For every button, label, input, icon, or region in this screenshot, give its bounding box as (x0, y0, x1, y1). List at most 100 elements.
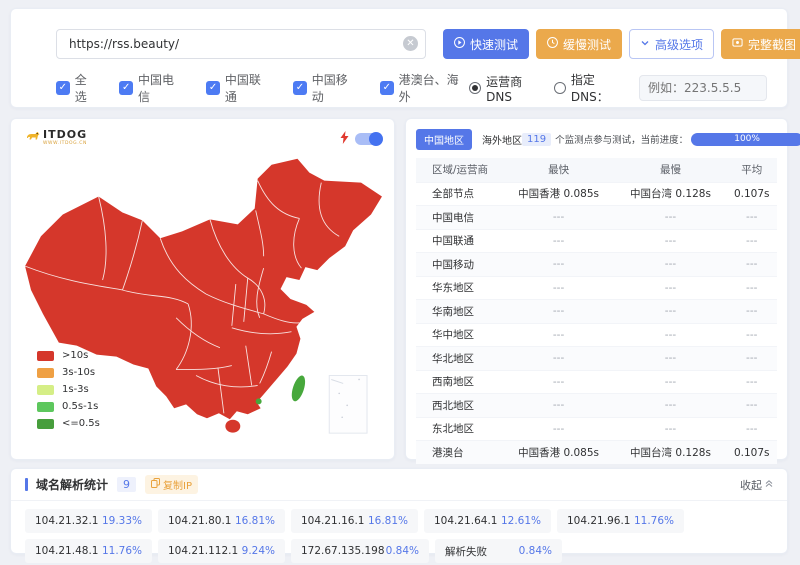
advanced-options-label: 高级选项 (655, 36, 703, 53)
south-china-sea-inset (329, 375, 367, 433)
collapse-label: 收起 (740, 477, 762, 493)
checkbox-china-mobile[interactable]: ✓ 中国移动 (293, 71, 359, 105)
ip-chip-list: 104.21.32.1 19.33% 104.21.80.1 16.81% 10… (11, 501, 787, 565)
play-icon (454, 37, 465, 51)
table-row: 西北地区 --- --- --- (416, 394, 777, 418)
title-accent-bar (25, 478, 28, 491)
slow-test-button[interactable]: 缓慢测试 (536, 29, 622, 59)
dns-count-badge: 9 (117, 477, 136, 492)
table-row: 华中地区 --- --- --- (416, 323, 777, 347)
legend-label: >10s (62, 350, 88, 361)
checkbox-select-all[interactable]: ✓ 全选 (56, 71, 98, 105)
test-result-panel: 中国地区 海外地区 119 个监测点参与测试，当前进度： 100% 区域/运营商… (405, 118, 788, 460)
legend-label: 0.5s-1s (62, 401, 98, 412)
advanced-options-button[interactable]: 高级选项 (629, 29, 714, 59)
legend-label: 1s-3s (62, 384, 89, 395)
checkbox-checked-icon: ✓ (293, 81, 307, 95)
logo-title: ITDOG (43, 128, 87, 141)
chevron-down-icon (640, 37, 650, 51)
toolbar-card: ✕ 快速测试 缓慢测试 高级选项 (10, 8, 788, 108)
legend-swatch-red (37, 351, 54, 361)
legend-label: <=0.5s (62, 418, 100, 429)
screenshot-icon (732, 37, 743, 51)
table-row: 东北地区 --- --- --- (416, 417, 777, 441)
full-screenshot-button[interactable]: 完整截图 (721, 29, 800, 59)
progress-text: 个监测点参与测试，当前进度： (555, 132, 688, 146)
progress-value: 100% (734, 134, 760, 144)
legend-swatch-lightgreen (37, 385, 54, 395)
legend-item: 3s-10s (37, 364, 100, 381)
clock-icon (547, 37, 558, 51)
slow-test-label: 缓慢测试 (563, 36, 611, 53)
ip-chip: 104.21.32.1 19.33% (25, 509, 152, 533)
header-average: 平均 (726, 158, 777, 182)
legend-item: 1s-3s (37, 381, 100, 398)
table-row: 中国移动 --- --- --- (416, 253, 777, 277)
table-row: 中国联通 --- --- --- (416, 229, 777, 253)
result-table: 区域/运营商 最快 最慢 平均 全部节点 中国香港 0.085s 中国台湾 0.… (416, 158, 777, 464)
tab-overseas-region[interactable]: 海外地区 (482, 132, 522, 147)
dog-icon (25, 128, 40, 147)
table-row: 华东地区 --- --- --- (416, 276, 777, 300)
checkbox-label: 港澳台、海外 (399, 71, 470, 105)
checkbox-checked-icon: ✓ (206, 81, 220, 95)
radio-carrier-dns-label: 运营商DNS (486, 73, 546, 104)
legend-item: <=0.5s (37, 415, 100, 432)
url-input[interactable] (56, 29, 426, 59)
table-row: 华北地区 --- --- --- (416, 347, 777, 371)
tab-china-region[interactable]: 中国地区 (416, 129, 472, 150)
url-input-wrap: ✕ (56, 29, 426, 59)
legend-swatch-orange (37, 368, 54, 378)
dns-stats-panel: 域名解析统计 9 复制IP 收起 104.21.32.1 19.33% 104.… (10, 468, 788, 554)
custom-dns-input[interactable] (639, 75, 767, 101)
ip-chip: 104.21.96.1 11.76% (557, 509, 684, 533)
radio-carrier-dns[interactable]: 运营商DNS (469, 73, 546, 104)
copy-ip-label: 复制IP (163, 477, 192, 492)
copy-ip-button[interactable]: 复制IP (145, 475, 198, 494)
table-row: 港澳台 中国香港 0.085s 中国台湾 0.128s 0.107s (416, 441, 777, 465)
node-count-badge: 119 (522, 133, 551, 146)
radio-selected-icon (469, 82, 481, 94)
taiwan-region (289, 374, 308, 403)
lightning-icon (340, 129, 349, 148)
checkbox-overseas[interactable]: ✓ 港澳台、海外 (380, 71, 469, 105)
table-row: 全部节点 中国香港 0.085s 中国台湾 0.128s 0.107s (416, 182, 777, 206)
checkbox-china-unicom[interactable]: ✓ 中国联通 (206, 71, 272, 105)
ip-chip: 104.21.64.1 12.61% (424, 509, 551, 533)
legend-item: >10s (37, 347, 100, 364)
radio-unselected-icon (554, 82, 566, 94)
legend-swatch-darkgreen (37, 419, 54, 429)
map-legend: >10s 3s-10s 1s-3s 0.5s-1s <=0.5s (37, 347, 100, 432)
full-screenshot-label: 完整截图 (748, 36, 796, 53)
checkbox-label: 中国移动 (312, 71, 359, 105)
checkbox-label: 中国联通 (225, 71, 272, 105)
checkbox-checked-icon: ✓ (119, 81, 133, 95)
result-table-header: 区域/运营商 最快 最慢 平均 (416, 158, 777, 182)
china-map-panel: ITDOG WWW.ITDOG.CN (10, 118, 395, 460)
dns-stats-title: 域名解析统计 (36, 476, 108, 493)
progress-bar: 100% (691, 133, 800, 146)
checkbox-checked-icon: ✓ (380, 81, 394, 95)
table-row: 西南地区 --- --- --- (416, 370, 777, 394)
toggle-knob (369, 132, 383, 146)
quick-test-label: 快速测试 (470, 36, 518, 53)
checkbox-label: 中国电信 (138, 71, 185, 105)
legend-label: 3s-10s (62, 367, 95, 378)
ip-chip: 104.21.48.1 11.76% (25, 539, 152, 563)
copy-icon (151, 478, 160, 491)
quick-test-button[interactable]: 快速测试 (443, 29, 529, 59)
checkbox-china-telecom[interactable]: ✓ 中国电信 (119, 71, 185, 105)
logo-subtitle: WWW.ITDOG.CN (43, 141, 87, 146)
header-region: 区域/运营商 (416, 158, 503, 182)
ip-chip: 解析失败 0.84% (435, 539, 562, 563)
ip-chip: 104.21.16.1 16.81% (291, 509, 418, 533)
checkbox-checked-icon: ✓ (56, 81, 70, 95)
legend-item: 0.5s-1s (37, 398, 100, 415)
map-mode-toggle[interactable] (355, 133, 382, 145)
clear-input-icon[interactable]: ✕ (403, 36, 418, 51)
radio-custom-dns[interactable]: 指定DNS： (554, 71, 631, 105)
header-slowest: 最慢 (615, 158, 727, 182)
collapse-button[interactable]: 收起 (740, 477, 773, 493)
table-row: 中国电信 --- --- --- (416, 206, 777, 230)
hongkong-region (256, 398, 262, 404)
